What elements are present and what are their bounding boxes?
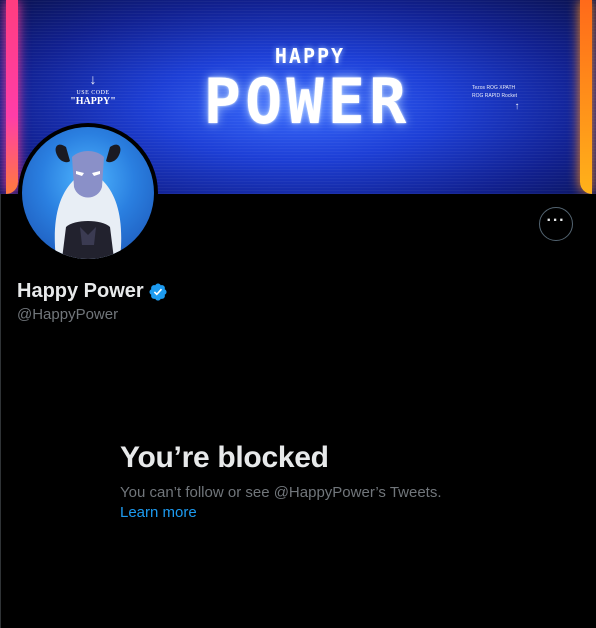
profile-handle: @HappyPower xyxy=(17,306,119,323)
banner-sponsors-line-1: Tezos ROG XPATH xyxy=(472,85,516,91)
blocked-message: You can’t follow or see @HappyPower’s Tw… xyxy=(120,484,442,501)
avatar[interactable] xyxy=(18,123,158,263)
profile-name-row: Happy Power xyxy=(17,280,168,303)
learn-more-link[interactable]: Learn more xyxy=(120,504,197,521)
banner-use-code: ↓ USE CODE "HAPPY" xyxy=(62,73,124,108)
banner-code-value: "HAPPY" xyxy=(70,96,116,107)
arrow-down-icon: ↓ xyxy=(89,73,97,88)
column-border xyxy=(0,194,1,628)
banner-sponsors-line-2: ROG RAPID Rocket xyxy=(472,93,518,99)
more-options-button[interactable]: ··· xyxy=(539,207,573,241)
avatar-character-icon xyxy=(54,144,122,259)
blocked-title: You’re blocked xyxy=(120,441,329,474)
banner-neon-left xyxy=(6,0,18,194)
avatar-image xyxy=(22,127,154,259)
banner-neon-right xyxy=(580,0,592,194)
profile-display-name: Happy Power xyxy=(17,280,144,302)
banner-sponsors: Tezos ROG XPATH ROG RAPID Rocket ↑ xyxy=(472,84,562,112)
more-horizontal-icon: ··· xyxy=(546,212,566,229)
banner-title-big: POWER xyxy=(203,65,411,138)
arrow-up-icon: ↑ xyxy=(514,101,520,112)
blocked-notice: You’re blocked You can’t follow or see @… xyxy=(120,441,520,522)
verified-badge-icon[interactable] xyxy=(148,282,168,302)
